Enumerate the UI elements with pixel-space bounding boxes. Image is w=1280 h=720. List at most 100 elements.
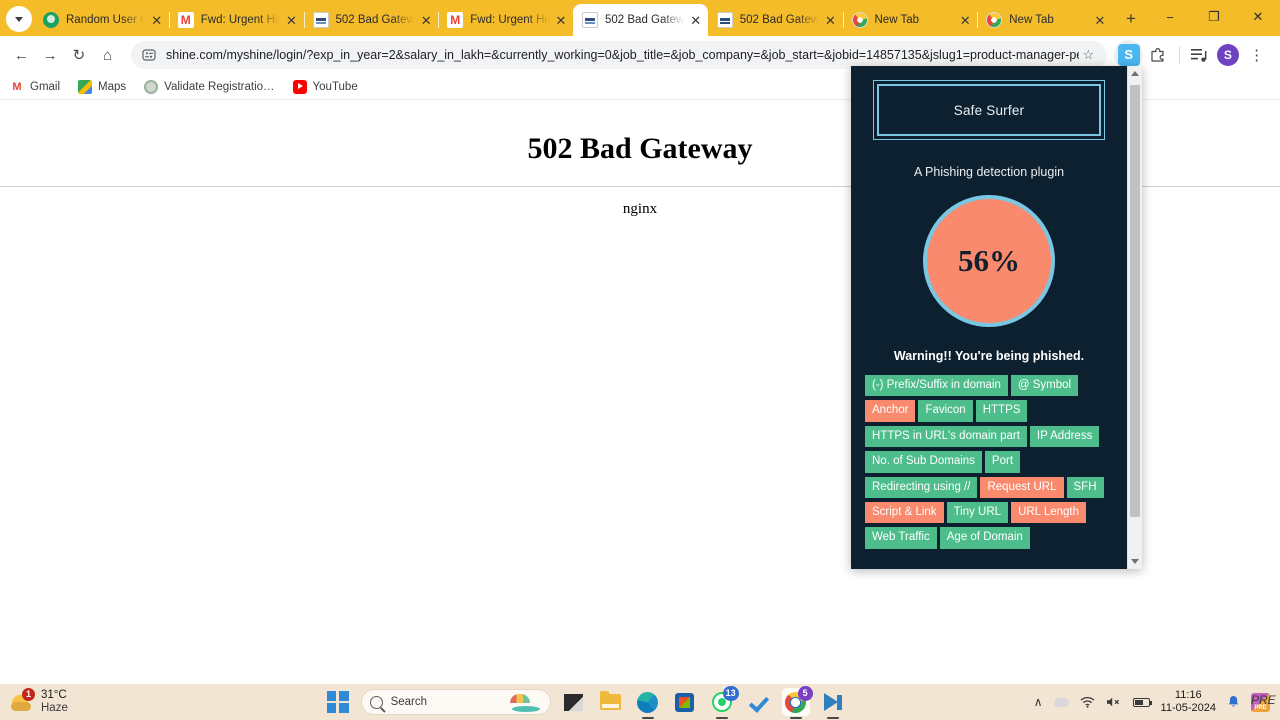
feature-tag: Request URL [980, 476, 1064, 498]
microsoft-store-button[interactable] [671, 688, 699, 716]
tab-title: 502 Bad Gatewa [605, 14, 684, 26]
maps-icon [78, 79, 93, 94]
reading-list-icon[interactable] [1186, 41, 1213, 69]
volume-muted-icon[interactable] [1106, 696, 1122, 708]
wifi-icon[interactable] [1080, 696, 1095, 708]
page-icon [582, 12, 598, 28]
home-button[interactable]: ⌂ [94, 41, 121, 69]
gmail-icon [447, 12, 464, 28]
tab-search-button[interactable] [6, 6, 32, 32]
site-settings-icon[interactable] [141, 47, 157, 63]
browser-tab[interactable]: New Tab ✕ [842, 4, 978, 36]
bookmark-star-icon[interactable]: ☆ [1079, 47, 1097, 63]
gmail-icon [10, 80, 24, 94]
browser-tab[interactable]: Fwd: Urgent Hiri ✕ [438, 4, 573, 36]
battery-icon[interactable] [1132, 697, 1153, 707]
feature-tag: Age of Domain [939, 527, 1030, 549]
popup-subtitle: A Phishing detection plugin [913, 165, 1065, 179]
phishing-score-value: 56% [958, 243, 1020, 278]
tab-close-button[interactable]: ✕ [957, 12, 973, 28]
pre-app-icon[interactable]: PRE [1250, 692, 1276, 712]
browser-tab[interactable]: Fwd: Urgent Hiri ✕ [168, 4, 304, 36]
edge-icon [637, 691, 659, 713]
tab-separator [168, 12, 170, 28]
system-tray: ∧ 11:16 11-05-2024 PRE [1034, 689, 1280, 714]
microsoft-edge-button[interactable] [634, 688, 662, 716]
chrome-icon [986, 12, 1003, 28]
tab-separator [977, 12, 979, 28]
tab-close-button[interactable]: ✕ [553, 12, 569, 28]
haze-weather-icon: 1 [10, 688, 35, 714]
start-button[interactable] [324, 688, 352, 716]
weather-condition: Haze [41, 702, 68, 714]
gmail-icon [177, 12, 194, 28]
feature-tag: Port [984, 451, 1021, 473]
tab-title: 502 Bad Gatewa [739, 14, 819, 26]
clock[interactable]: 11:16 11-05-2024 [1161, 689, 1216, 714]
browser-tab[interactable]: 502 Bad Gatewa ✕ [708, 4, 843, 36]
bookmark-item[interactable]: Gmail [10, 80, 60, 94]
popup-app-title: Safe Surfer [953, 102, 1025, 118]
tab-close-button[interactable]: ✕ [149, 12, 165, 28]
bookmark-item[interactable]: Maps [78, 79, 126, 94]
google-chrome-button[interactable]: 5 [781, 686, 813, 716]
browser-tab[interactable]: 502 Bad Gatewa ✕ [573, 4, 708, 36]
new-tab-button[interactable]: + [1118, 6, 1144, 32]
browser-window: Random User Ge✕ Fwd: Urgent Hiri ✕ 502 Bad … [0, 0, 1280, 684]
weather-badge: 1 [22, 688, 35, 701]
tab-close-button[interactable]: ✕ [418, 12, 434, 28]
store-icon [675, 692, 695, 712]
vs-code-button[interactable] [819, 688, 847, 716]
popup-scrollbar[interactable] [1127, 66, 1142, 569]
scroll-down-arrow-icon[interactable] [1128, 554, 1142, 569]
feature-tag: @ Symbol [1010, 375, 1079, 397]
reload-button[interactable]: ↻ [66, 41, 93, 69]
warning-message: Warning!! You're being phished. [893, 349, 1085, 363]
tray-overflow-icon[interactable]: ∧ [1034, 695, 1043, 709]
forward-button[interactable]: → [37, 41, 64, 69]
tab-separator [842, 12, 844, 28]
feature-tag: Favicon [918, 400, 973, 422]
minimize-button[interactable]: − [1148, 2, 1192, 32]
extensions-puzzle-icon[interactable] [1144, 41, 1171, 69]
browser-tab[interactable]: New Tab ✕ [977, 4, 1112, 36]
bookmark-label: Validate Registratio… [164, 80, 275, 93]
taskbar-center: Search 13 5 [324, 686, 847, 716]
weather-widget[interactable]: 1 31°C Haze [0, 688, 230, 715]
whatsapp-button[interactable]: 13 [708, 686, 739, 716]
bookmark-item[interactable]: YouTube [292, 79, 358, 94]
search-placeholder: Search [390, 696, 428, 708]
weather-temperature: 31°C [41, 688, 67, 701]
feature-tag: SFH [1066, 476, 1104, 498]
window-controls: − ❐ ✕ [1148, 0, 1280, 36]
tab-title: Fwd: Urgent Hiri [200, 14, 280, 26]
address-bar[interactable]: shine.com/myshine/login/?exp_in_year=2&s… [131, 41, 1108, 69]
feature-tag: Anchor [865, 400, 916, 422]
profile-avatar[interactable]: S [1215, 41, 1242, 69]
file-explorer-button[interactable] [597, 688, 625, 716]
close-window-button[interactable]: ✕ [1236, 2, 1280, 32]
browser-tab[interactable]: Random User Ge ✕ [34, 4, 169, 36]
tab-close-button[interactable]: ✕ [1092, 12, 1108, 28]
check-icon [748, 694, 769, 710]
chrome-menu-button[interactable]: ⋮ [1243, 41, 1270, 69]
feature-tag: Script & Link [865, 501, 944, 524]
tab-close-button[interactable]: ✕ [688, 12, 704, 28]
feature-tag: HTTPS [975, 400, 1028, 422]
scroll-up-arrow-icon[interactable] [1128, 66, 1142, 81]
todo-button[interactable] [745, 688, 773, 716]
taskbar-search[interactable]: Search [360, 689, 551, 715]
notifications-bell-icon[interactable] [1227, 695, 1240, 709]
bookmark-item[interactable]: Validate Registratio… [144, 79, 275, 94]
tab-close-button[interactable]: ✕ [284, 12, 300, 28]
weather-text: 31°C Haze [41, 689, 68, 715]
tab-close-button[interactable]: ✕ [823, 12, 839, 28]
browser-tab[interactable]: 502 Bad Gatewa ✕ [303, 4, 439, 36]
maximize-button[interactable]: ❐ [1192, 2, 1236, 32]
onedrive-cloud-icon[interactable] [1053, 697, 1069, 707]
windows-logo-icon [326, 691, 349, 713]
back-button[interactable]: ← [8, 41, 35, 69]
scrollbar-track[interactable] [1128, 81, 1142, 554]
scrollbar-thumb[interactable] [1130, 85, 1140, 517]
task-view-button[interactable] [560, 688, 588, 716]
